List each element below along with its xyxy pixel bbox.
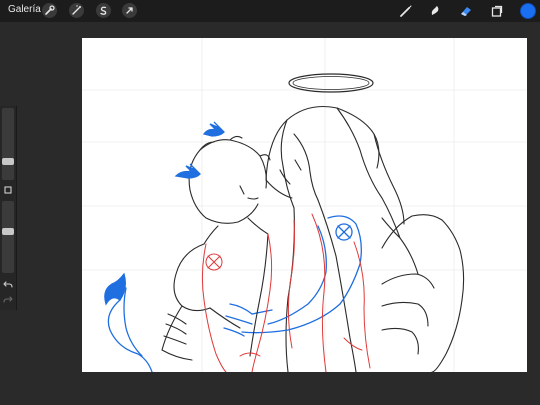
sketch-artwork [82, 38, 527, 372]
brush-opacity-thumb[interactable] [2, 228, 14, 235]
eraser-icon[interactable] [458, 3, 474, 19]
left-sidebar [0, 106, 17, 310]
wrench-icon[interactable] [42, 3, 57, 18]
color-picker-button[interactable] [520, 3, 536, 19]
redo-icon[interactable] [2, 293, 14, 305]
transform-icon[interactable] [122, 3, 137, 18]
demon-sketch [161, 135, 271, 361]
modify-button[interactable] [2, 184, 14, 196]
brush-opacity-slider[interactable] [2, 201, 14, 273]
brush-size-thumb[interactable] [2, 158, 14, 165]
layers-icon[interactable] [489, 3, 505, 19]
brush-icon[interactable] [398, 3, 414, 19]
top-toolbar: Galería [0, 0, 540, 22]
angel-arm-blue-sketch [223, 215, 362, 337]
horns-tail-blue-sketch [104, 121, 225, 372]
gallery-button[interactable]: Galería [8, 4, 41, 15]
smudge-icon[interactable] [427, 3, 443, 19]
selection-icon[interactable] [96, 3, 111, 18]
drawing-canvas[interactable] [82, 38, 527, 372]
brush-size-slider[interactable] [2, 108, 14, 180]
undo-icon[interactable] [2, 278, 14, 290]
magic-wand-icon[interactable] [69, 3, 84, 18]
